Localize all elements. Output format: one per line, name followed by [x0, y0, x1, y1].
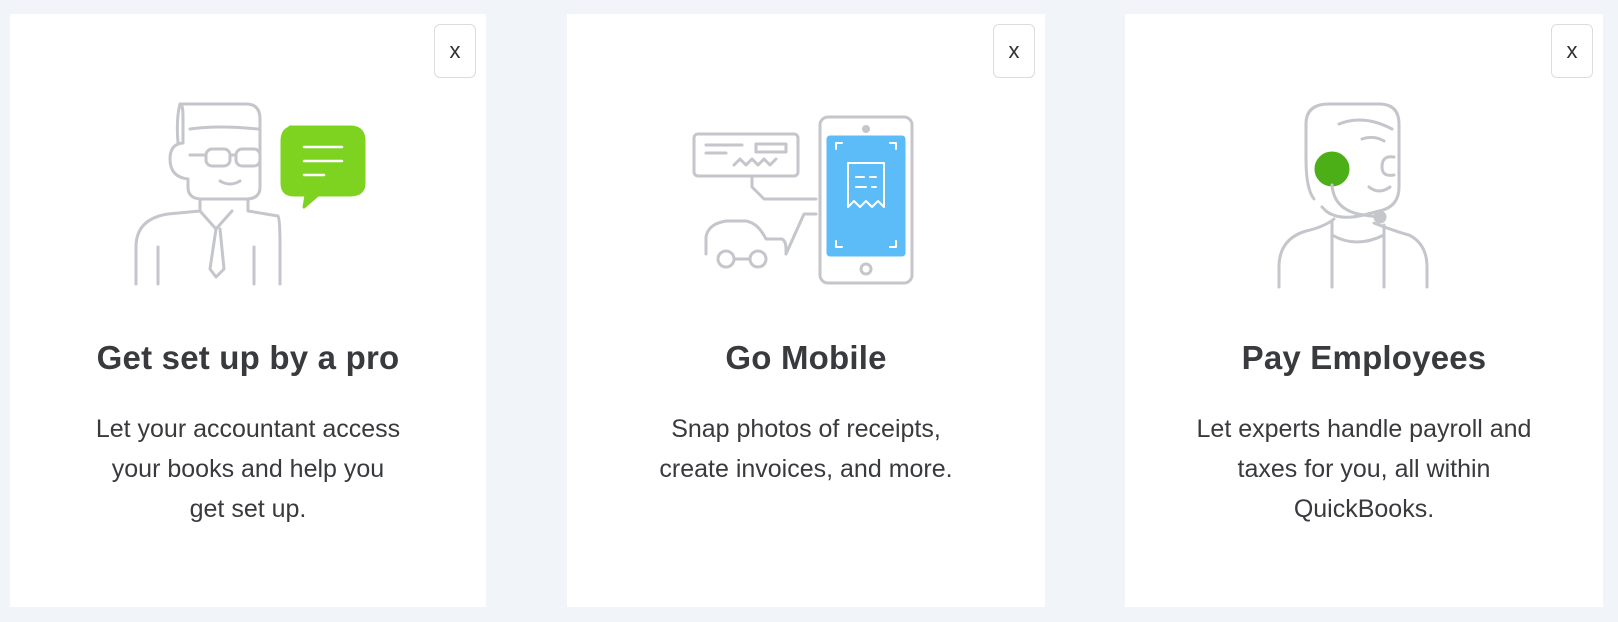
card-title: Go Mobile — [725, 339, 887, 376]
mobile-receipt-illustration-icon — [692, 115, 914, 285]
promo-card-pay-employees: x Pay Employees Let experts handle payro… — [1125, 14, 1603, 607]
close-button[interactable]: x — [1551, 24, 1593, 78]
card-title: Get set up by a pro — [96, 339, 400, 376]
card-description: Let your accountant access your books an… — [95, 415, 401, 523]
close-button[interactable]: x — [434, 24, 476, 78]
promo-card-go-mobile: x Go Mobile Snap photos of receipts, cre… — [567, 14, 1045, 607]
card-description: Snap photos of receipts, create invoices… — [659, 415, 953, 483]
accountant-chat-illustration-icon — [134, 102, 366, 286]
close-button[interactable]: x — [993, 24, 1035, 78]
promo-card-setup-pro: x Get set up by a pro Let your accountan… — [10, 14, 486, 607]
card-description: Let experts handle payroll and taxes for… — [1196, 415, 1532, 523]
payroll-support-illustration-icon — [1277, 102, 1429, 289]
card-title: Pay Employees — [1241, 339, 1487, 376]
